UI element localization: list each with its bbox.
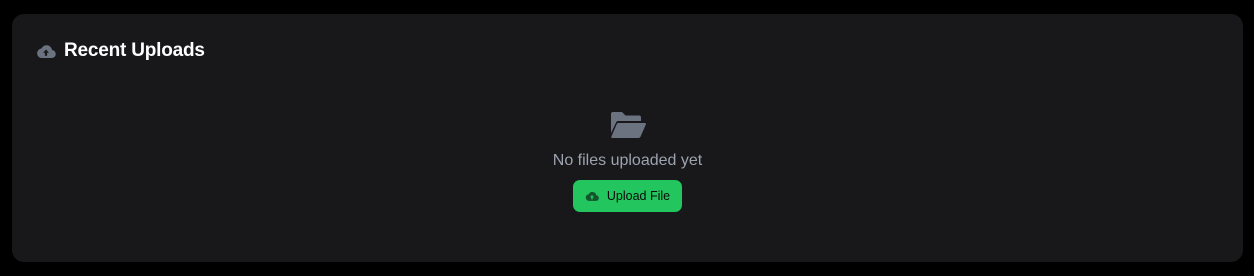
cloud-upload-icon: [36, 41, 56, 61]
empty-state: No files uploaded yet Upload File: [12, 110, 1243, 212]
card-header: Recent Uploads: [36, 40, 205, 62]
upload-file-button-label: Upload File: [606, 189, 671, 203]
card-title: Recent Uploads: [64, 40, 205, 61]
cloud-upload-icon: [585, 189, 599, 203]
recent-uploads-card: Recent Uploads No files uploaded yet Upl…: [12, 14, 1243, 262]
empty-message: No files uploaded yet: [552, 152, 703, 169]
upload-file-button[interactable]: Upload File: [572, 180, 683, 212]
folder-open-icon: [609, 110, 647, 140]
